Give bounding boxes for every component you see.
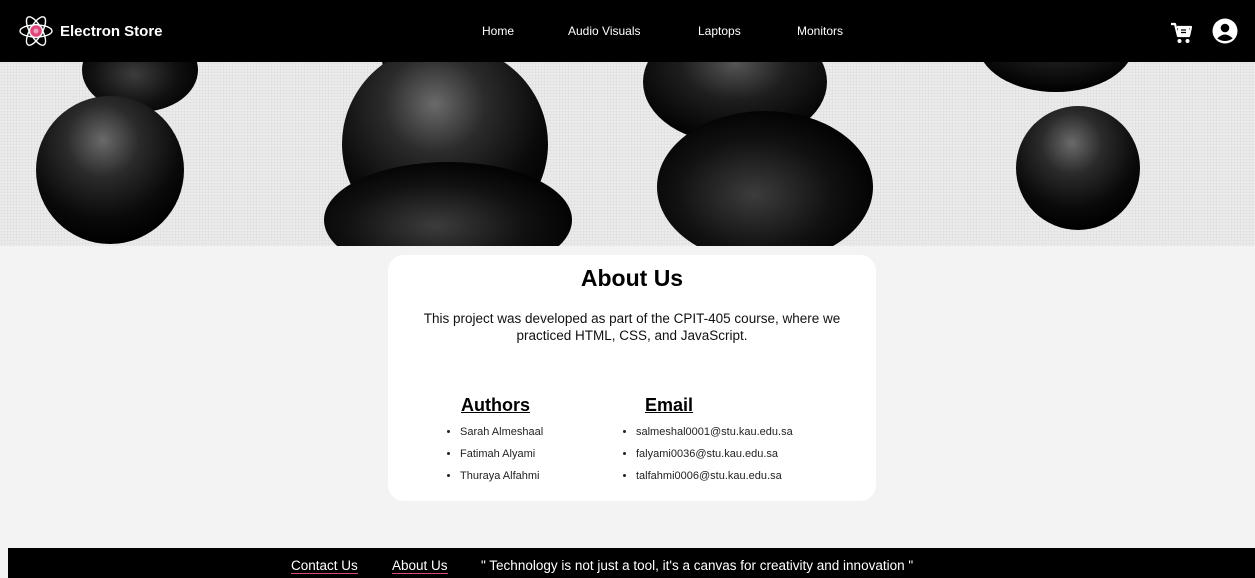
- footer-quote: " Technology is not just a tool, it's a …: [481, 558, 914, 573]
- author-item: Thuraya Alfahmi: [460, 465, 543, 487]
- footer-contact-link[interactable]: Contact Us: [291, 559, 358, 574]
- hero-spheres-image: [36, 62, 1140, 246]
- nav-home-link[interactable]: Home: [482, 24, 514, 38]
- authors-list: Sarah Almeshaal Fatimah Alyami Thuraya A…: [444, 421, 543, 487]
- nav-laptops-link[interactable]: Laptops: [698, 24, 741, 38]
- atom-logo-icon: [19, 16, 53, 46]
- email-list: salmeshal0001@stu.kau.edu.sa falyami0036…: [620, 421, 793, 487]
- nav-monitors-link[interactable]: Monitors: [797, 24, 843, 38]
- brand-name: Electron Store: [60, 22, 163, 40]
- footer: Contact Us About Us " Technology is not …: [8, 548, 1255, 578]
- email-item: talfahmi0006@stu.kau.edu.sa: [636, 465, 793, 487]
- user-icon[interactable]: [1212, 18, 1238, 44]
- about-card: About Us This project was developed as p…: [388, 255, 876, 501]
- hero-banner: [0, 62, 1255, 246]
- brand[interactable]: Electron Store: [18, 10, 163, 52]
- cart-icon[interactable]: [1170, 21, 1194, 45]
- email-item: falyami0036@stu.kau.edu.sa: [636, 443, 793, 465]
- authors-heading: Authors: [461, 395, 530, 415]
- author-item: Sarah Almeshaal: [460, 421, 543, 443]
- navbar: Electron Store Home Audio Visuals Laptop…: [0, 0, 1255, 62]
- author-item: Fatimah Alyami: [460, 443, 543, 465]
- email-heading: Email: [645, 395, 694, 415]
- email-item: salmeshal0001@stu.kau.edu.sa: [636, 421, 793, 443]
- nav-audio-visuals-link[interactable]: Audio Visuals: [568, 24, 641, 38]
- footer-about-link[interactable]: About Us: [392, 559, 448, 574]
- about-title: About Us: [580, 265, 684, 291]
- about-description: This project was developed as part of th…: [423, 311, 841, 343]
